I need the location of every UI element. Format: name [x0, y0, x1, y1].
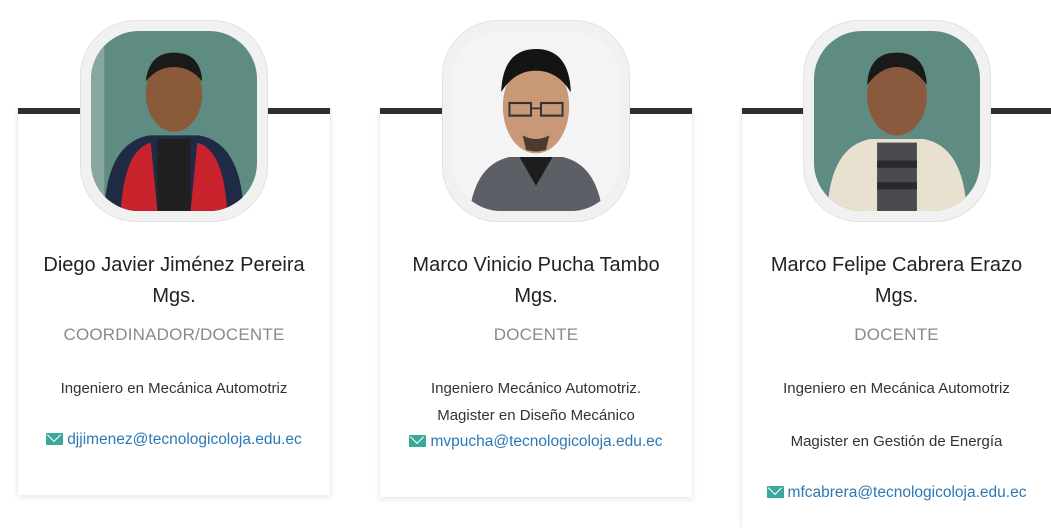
email-link[interactable]: mfcabrera@tecnologicoloja.edu.ec: [742, 484, 1051, 502]
staff-role: DOCENTE: [493, 325, 579, 344]
avatar-frame: [442, 20, 630, 222]
staff-card-2: Marco Vinicio Pucha Tambo Mgs. DOCENTE I…: [379, 20, 693, 497]
info-line: Ingeniero en Mecánica Automotriz: [60, 380, 288, 397]
name-line: Diego Javier Jiménez Pereira: [43, 254, 305, 276]
name-line: Marco Felipe Cabrera Erazo: [770, 254, 1023, 276]
staff-role: COORDINADOR/DOCENTE: [63, 325, 285, 344]
staff-name: Marco Felipe Cabrera Erazo Mgs.: [742, 250, 1051, 312]
email-text[interactable]: mvpucha@tecnologicoloja.edu.ec: [430, 433, 662, 450]
envelope-icon: [46, 433, 64, 445]
name-line: Marco Vinicio Pucha Tambo: [412, 254, 660, 276]
avatar-frame: [80, 20, 268, 222]
degree-line: Mgs.: [152, 285, 196, 307]
degree-line: Mgs.: [874, 285, 919, 307]
info-line: Magister en Diseño Mecánico: [437, 407, 635, 424]
staff-name: Marco Vinicio Pucha Tambo Mgs.: [380, 250, 692, 312]
staff-info: Magister en Gestión de Energía: [742, 428, 1051, 455]
degree-line: Mgs.: [514, 285, 558, 307]
staff-role: DOCENTE: [854, 325, 939, 344]
email-text[interactable]: mfcabrera@tecnologicoloja.edu.ec: [788, 484, 1027, 501]
info-line: Ingeniero Mecánico Automotriz.: [430, 380, 642, 397]
envelope-icon: [409, 435, 427, 447]
info-line: Magister en Gestión de Energía: [790, 433, 1003, 450]
avatar: [91, 31, 257, 211]
avatar: [453, 31, 619, 211]
email-link[interactable]: djjimenez@tecnologicoloja.edu.ec: [18, 431, 330, 449]
staff-name: Diego Javier Jiménez Pereira Mgs.: [18, 250, 330, 312]
staff-info: Ingeniero en Mecánica Automotriz: [18, 375, 330, 402]
envelope-icon: [766, 486, 784, 498]
avatar: [813, 31, 980, 211]
staff-card-1: Diego Javier Jiménez Pereira Mgs. COORDI…: [17, 20, 331, 495]
staff-info: Ingeniero Mecánico Automotriz. Magister …: [380, 375, 692, 429]
info-line: Ingeniero en Mecánica Automotriz: [783, 380, 1010, 397]
staff-info: Ingeniero en Mecánica Automotriz: [742, 375, 1051, 402]
avatar-frame: [802, 20, 991, 222]
email-text[interactable]: djjimenez@tecnologicoloja.edu.ec: [67, 431, 302, 448]
email-link[interactable]: mvpucha@tecnologicoloja.edu.ec: [380, 433, 692, 451]
staff-card-3: Marco Felipe Cabrera Erazo Mgs. DOCENTE …: [741, 20, 1051, 528]
